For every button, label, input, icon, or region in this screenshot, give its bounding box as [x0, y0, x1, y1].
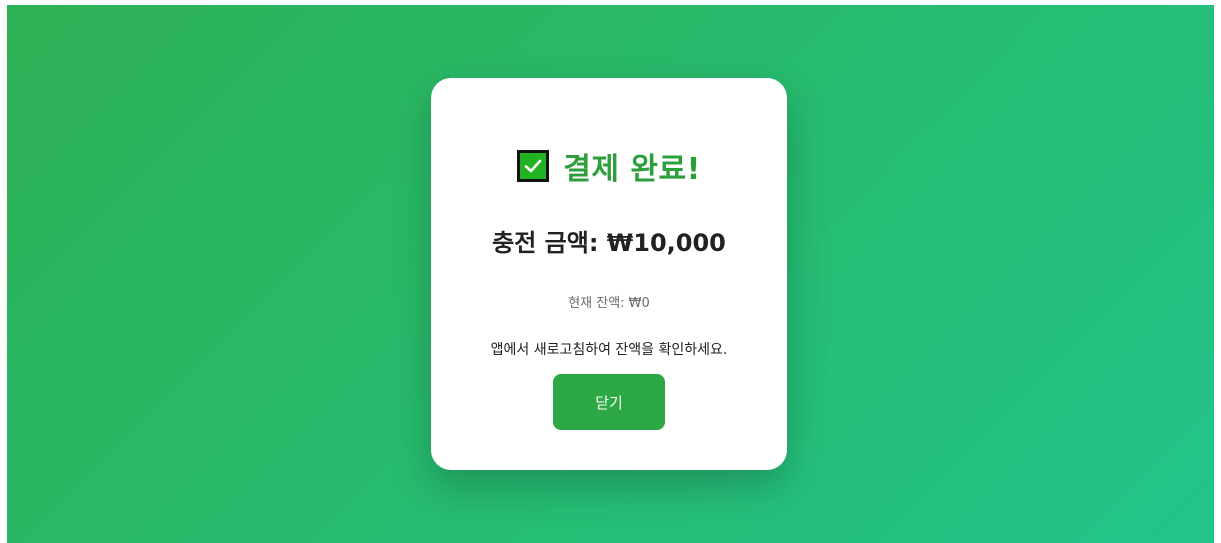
payment-complete-card: 결제 완료! 충전 금액: ₩10,000 현재 잔액: ₩0 앱에서 새로고침… — [431, 78, 787, 470]
page-background: 결제 완료! 충전 금액: ₩10,000 현재 잔액: ₩0 앱에서 새로고침… — [7, 5, 1214, 543]
check-mark-glyph — [524, 159, 542, 173]
close-button[interactable]: 닫기 — [553, 374, 665, 430]
check-mark-icon — [517, 150, 550, 182]
page-title: 결제 완료! — [563, 152, 701, 187]
charge-amount: 충전 금액: ₩10,000 — [492, 229, 726, 257]
current-balance: 현재 잔액: ₩0 — [568, 296, 650, 311]
refresh-notice: 앱에서 새로고침하여 잔액을 확인하세요. — [490, 342, 728, 358]
title-row: 결제 완료! — [431, 146, 787, 187]
